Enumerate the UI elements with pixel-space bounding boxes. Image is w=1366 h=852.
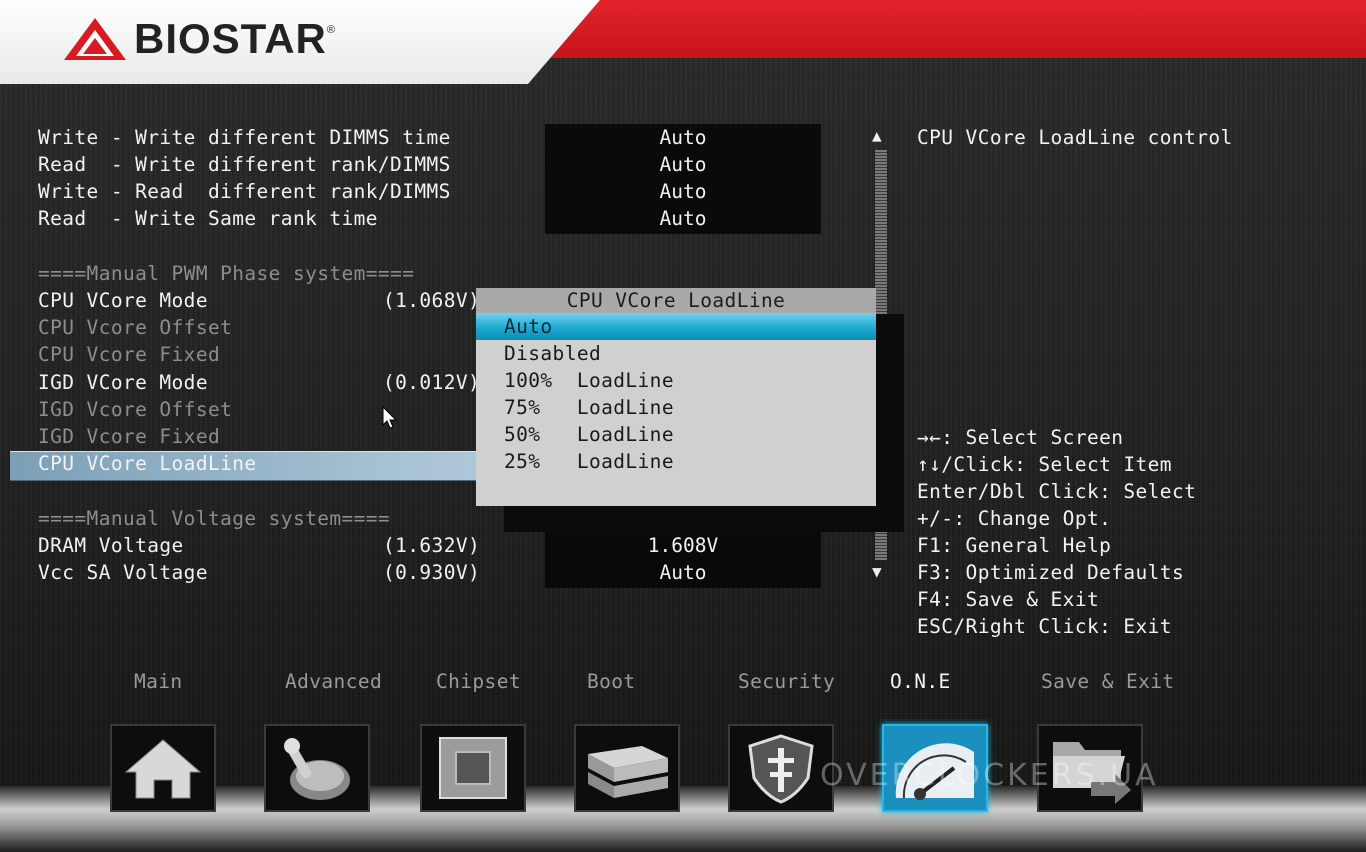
key-change-opt: +/-: Change Opt. <box>917 507 1112 530</box>
setting-current-value: (1.632V) <box>383 534 481 557</box>
loadline-popup: CPU VCore LoadLine Auto Disabled 100% Lo… <box>476 288 876 506</box>
setting-value[interactable]: Auto <box>545 559 821 586</box>
tile-chipset[interactable] <box>420 724 526 812</box>
setting-label[interactable]: Read - Write different rank/DIMMS <box>38 151 451 178</box>
setting-value[interactable]: Auto <box>545 151 821 178</box>
key-save-exit: F4: Save & Exit <box>917 588 1100 611</box>
popup-option-50[interactable]: 50% LoadLine <box>476 421 876 448</box>
setting-value[interactable]: Auto <box>545 205 821 232</box>
tab-save-exit[interactable]: Save & Exit <box>1041 670 1175 693</box>
setting-label[interactable]: Write - Write different DIMMS time <box>38 124 451 151</box>
setting-label[interactable]: Vcc SA Voltage <box>38 559 208 586</box>
popup-option-auto[interactable]: Auto <box>476 313 876 340</box>
setting-label[interactable]: CPU VCore Mode <box>38 287 208 314</box>
setting-label: IGD Vcore Fixed <box>38 425 221 448</box>
watermark: OVERCLOCKERS.UA <box>820 758 1159 793</box>
setting-label: CPU Vcore Offset <box>38 316 233 339</box>
setting-label: IGD Vcore Offset <box>38 398 233 421</box>
tab-advanced[interactable]: Advanced <box>285 670 382 693</box>
logo-triangle-icon <box>64 18 126 60</box>
home-icon <box>124 739 202 799</box>
setting-current-value: (0.012V) <box>383 371 481 394</box>
tab-one[interactable]: O.N.E <box>890 670 951 693</box>
joystick-icon <box>284 738 350 800</box>
biostar-logo: BIOSTAR ® <box>62 14 335 64</box>
key-select-screen: →←: Select Screen <box>917 426 1124 449</box>
help-description: CPU VCore LoadLine control <box>917 126 1233 149</box>
brand-name: BIOSTAR <box>134 15 327 62</box>
chip-icon <box>439 737 507 799</box>
tile-boot[interactable] <box>574 724 680 812</box>
scroll-down-icon[interactable]: ▼ <box>872 562 882 581</box>
tab-main[interactable]: Main <box>134 670 183 693</box>
mouse-cursor-icon <box>382 406 398 429</box>
popup-option-25[interactable]: 25% LoadLine <box>476 448 876 475</box>
tile-advanced[interactable] <box>264 724 370 812</box>
setting-label[interactable]: CPU VCore LoadLine <box>38 450 257 477</box>
popup-option-disabled[interactable]: Disabled <box>476 340 876 367</box>
setting-label[interactable]: Read - Write Same rank time <box>38 205 378 232</box>
setting-label: ====Manual PWM Phase system==== <box>38 262 415 285</box>
tab-security[interactable]: Security <box>738 670 835 693</box>
popup-title: CPU VCore LoadLine <box>476 288 876 313</box>
key-general-help: F1: General Help <box>917 534 1112 557</box>
tab-chipset[interactable]: Chipset <box>436 670 521 693</box>
popup-option-100[interactable]: 100% LoadLine <box>476 367 876 394</box>
key-exit: ESC/Right Click: Exit <box>917 615 1172 638</box>
setting-label[interactable]: DRAM Voltage <box>38 532 184 559</box>
setting-value[interactable]: 1.608V <box>545 532 821 559</box>
tab-boot[interactable]: Boot <box>587 670 636 693</box>
popup-option-75[interactable]: 75% LoadLine <box>476 394 876 421</box>
tile-main[interactable] <box>110 724 216 812</box>
setting-label[interactable]: Write - Read different rank/DIMMS <box>38 178 451 205</box>
setting-label: CPU Vcore Fixed <box>38 343 221 366</box>
brand-reg: ® <box>326 24 335 36</box>
shield-icon <box>748 734 814 804</box>
key-select: Enter/Dbl Click: Select <box>917 480 1197 503</box>
setting-current-value: (0.930V) <box>383 561 481 584</box>
tile-security[interactable] <box>728 724 834 812</box>
setting-label[interactable]: IGD VCore Mode <box>38 369 208 396</box>
scroll-up-icon[interactable]: ▲ <box>872 126 882 145</box>
key-select-item: ↑↓/Click: Select Item <box>917 453 1172 476</box>
setting-value[interactable]: Auto <box>545 124 821 151</box>
setting-label: ====Manual Voltage system==== <box>38 507 391 530</box>
key-optimized-defaults: F3: Optimized Defaults <box>917 561 1185 584</box>
setting-value[interactable]: Auto <box>545 178 821 205</box>
drives-icon <box>588 746 668 798</box>
setting-current-value: (1.068V) <box>383 289 481 312</box>
